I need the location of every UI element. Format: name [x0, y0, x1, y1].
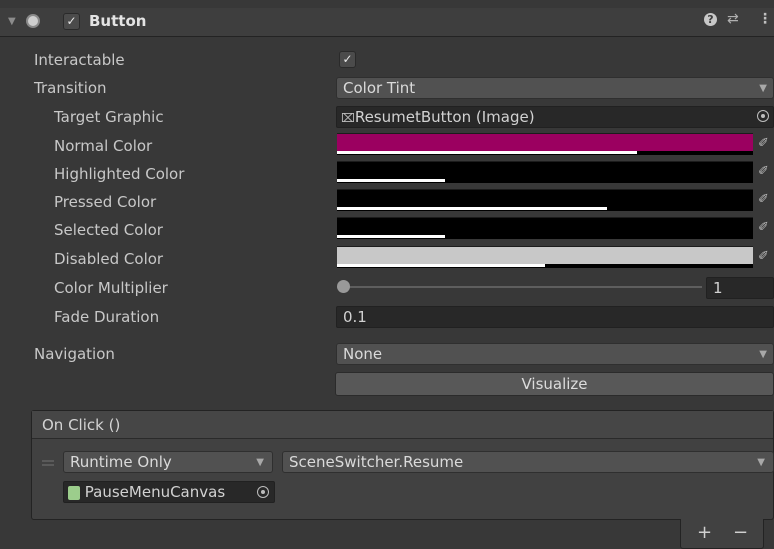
object-picker-icon[interactable]	[257, 486, 269, 498]
pressed-color-swatch	[337, 189, 753, 207]
target-graphic-label: Target Graphic	[54, 108, 164, 126]
normal-color-field[interactable]	[337, 133, 753, 155]
presets-icon[interactable]: ⇄	[727, 11, 739, 27]
call-state-value: Runtime Only	[70, 453, 172, 471]
on-click-header: On Click ()	[32, 411, 773, 439]
interactable-checkbox[interactable]: ✓	[339, 51, 356, 68]
kebab-menu-icon[interactable]: ⋮	[758, 11, 772, 27]
component-header[interactable]: ▼ ✓ Button ? ⇄ ⋮	[0, 8, 774, 37]
eyedropper-icon[interactable]: ✐	[758, 192, 769, 207]
highlighted-color-swatch	[337, 161, 753, 179]
pressed-alpha-bar	[337, 207, 753, 211]
fade-duration-label: Fade Duration	[54, 308, 160, 326]
pressed-color-field[interactable]	[337, 189, 753, 211]
eyedropper-icon[interactable]: ✐	[758, 220, 769, 235]
collapse-arrow-icon[interactable]: ▼	[8, 16, 16, 27]
transition-value: Color Tint	[343, 79, 416, 97]
color-multiplier-value: 1	[713, 279, 723, 297]
fade-duration-input[interactable]: 0.1	[336, 306, 774, 328]
pressed-color-label: Pressed Color	[54, 193, 157, 211]
navigation-value: None	[343, 345, 383, 363]
disabled-color-swatch	[337, 246, 753, 264]
enabled-checkbox[interactable]: ✓	[63, 13, 80, 30]
disabled-alpha-bar	[337, 264, 753, 268]
interactable-label: Interactable	[34, 51, 125, 69]
normal-alpha-bar	[337, 151, 753, 155]
navigation-label: Navigation	[34, 345, 115, 363]
add-button[interactable]: +	[697, 522, 712, 543]
function-dropdown[interactable]: SceneSwitcher.Resume ▼	[282, 451, 774, 473]
on-click-title: On Click ()	[42, 416, 121, 434]
component-title: Button	[89, 12, 147, 30]
selected-alpha-bar	[337, 235, 753, 239]
normal-color-swatch	[337, 133, 753, 151]
drag-handle-icon[interactable]	[42, 460, 54, 462]
disabled-color-field[interactable]	[337, 246, 753, 268]
highlighted-color-label: Highlighted Color	[54, 165, 185, 183]
list-footer: + −	[680, 519, 764, 549]
color-multiplier-slider-thumb[interactable]	[337, 280, 350, 293]
chevron-down-icon: ▼	[256, 457, 264, 468]
color-multiplier-label: Color Multiplier	[54, 279, 168, 297]
call-state-dropdown[interactable]: Runtime Only ▼	[63, 451, 273, 473]
selected-color-label: Selected Color	[54, 221, 163, 239]
eyedropper-icon[interactable]: ✐	[758, 136, 769, 151]
target-object-value: PauseMenuCanvas	[84, 483, 226, 501]
color-multiplier-slider-track[interactable]	[340, 286, 702, 288]
chevron-down-icon: ▼	[759, 83, 767, 94]
object-picker-icon[interactable]	[757, 110, 769, 122]
fade-duration-value: 0.1	[343, 308, 367, 326]
image-icon: ⌧	[341, 111, 355, 125]
disabled-color-label: Disabled Color	[54, 250, 164, 268]
function-value: SceneSwitcher.Resume	[289, 453, 464, 471]
visualize-button[interactable]: Visualize	[335, 372, 774, 396]
highlighted-alpha-bar	[337, 179, 753, 183]
target-graphic-value: ResumetButton (Image)	[354, 108, 535, 126]
remove-button[interactable]: −	[733, 522, 748, 543]
script-object-icon	[68, 485, 80, 500]
on-click-panel: On Click () Runtime Only ▼ SceneSwitcher…	[31, 410, 774, 520]
navigation-dropdown[interactable]: None ▼	[336, 343, 774, 365]
eyedropper-icon[interactable]: ✐	[758, 249, 769, 264]
transition-label: Transition	[34, 79, 107, 97]
target-object-field[interactable]: PauseMenuCanvas	[63, 481, 275, 503]
button-component-icon	[26, 14, 40, 28]
help-icon[interactable]: ?	[704, 13, 717, 26]
selected-color-field[interactable]	[337, 217, 753, 239]
eyedropper-icon[interactable]: ✐	[758, 164, 769, 179]
chevron-down-icon: ▼	[757, 457, 765, 468]
color-multiplier-input[interactable]: 1	[706, 277, 774, 299]
normal-color-label: Normal Color	[54, 137, 153, 155]
selected-color-swatch	[337, 217, 753, 235]
target-graphic-field[interactable]: ⌧ResumetButton (Image)	[336, 106, 774, 128]
highlighted-color-field[interactable]	[337, 161, 753, 183]
transition-dropdown[interactable]: Color Tint ▼	[336, 77, 774, 99]
chevron-down-icon: ▼	[759, 349, 767, 360]
